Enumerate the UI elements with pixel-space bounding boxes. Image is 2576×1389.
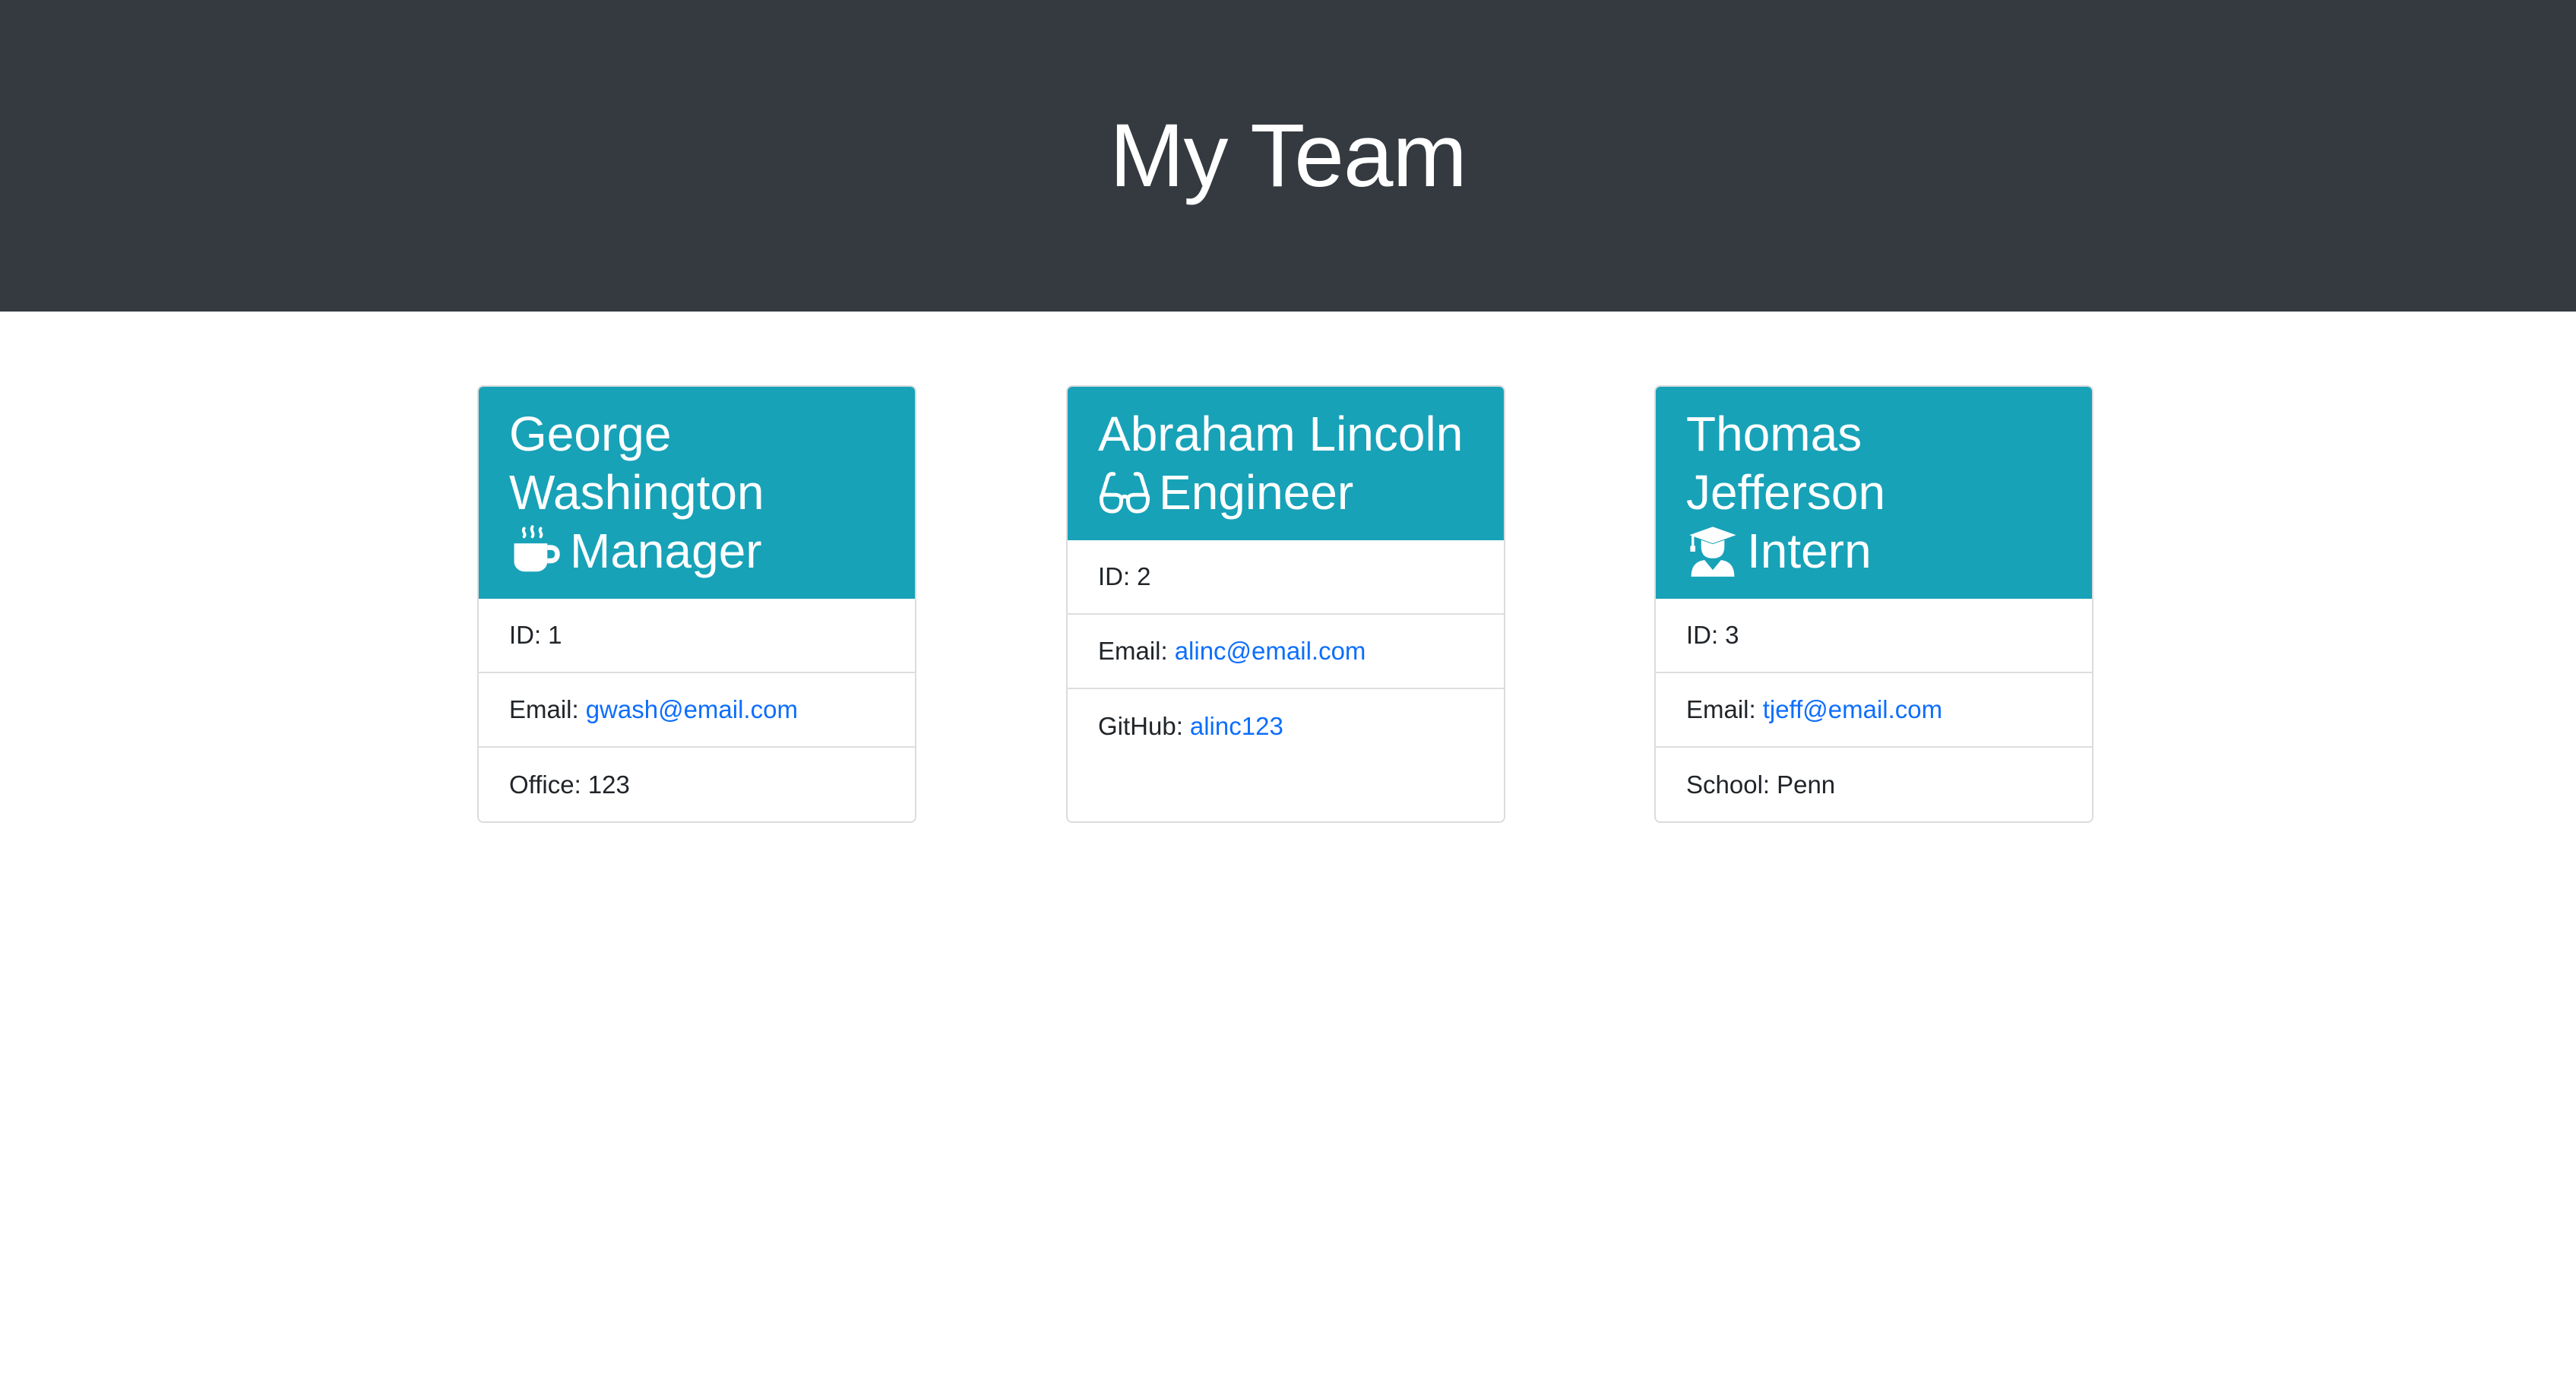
employee-name-line-1: Thomas xyxy=(1686,407,1862,461)
employee-name-line-1: George xyxy=(509,407,672,461)
list-item-email: Email: alinc@email.com xyxy=(1068,615,1504,689)
list-item-id: ID: 1 xyxy=(479,599,915,673)
list-item-id: ID: 2 xyxy=(1068,540,1504,615)
list-item-school: School: Penn xyxy=(1656,748,2092,821)
id-label: ID: xyxy=(1686,621,1719,649)
employee-name-line-2: Washington xyxy=(509,465,764,520)
employee-name-line-1: Abraham Lincoln xyxy=(1098,407,1464,461)
email-label: Email: xyxy=(1098,637,1168,665)
card-header: George Washington Manager xyxy=(479,387,915,599)
id-value: 3 xyxy=(1725,621,1739,649)
employee-name: Abraham Lincoln xyxy=(1098,405,1475,464)
employee-role: Engineer xyxy=(1098,464,1475,522)
employee-role: Intern xyxy=(1686,522,2063,581)
email-link[interactable]: gwash@email.com xyxy=(586,695,798,724)
user-graduate-icon xyxy=(1686,525,1739,578)
employee-card-engineer: Abraham Lincoln Engineer ID: 2 Email: al… xyxy=(1066,385,1505,823)
email-label: Email: xyxy=(509,695,579,723)
github-label: GitHub: xyxy=(1098,712,1183,740)
mug-hot-icon xyxy=(509,524,562,578)
card-header: Abraham Lincoln Engineer xyxy=(1068,387,1504,540)
office-label: Office: xyxy=(509,770,581,799)
school-value: Penn xyxy=(1777,770,1836,799)
list-item-github: GitHub: alinc123 xyxy=(1068,689,1504,764)
id-value: 2 xyxy=(1137,562,1151,590)
employee-details: ID: 3 Email: tjeff@email.com School: Pen… xyxy=(1656,599,2092,821)
page-header: My Team xyxy=(0,0,2576,312)
page-title: My Team xyxy=(1109,106,1467,206)
role-label: Engineer xyxy=(1159,465,1354,520)
role-label: Intern xyxy=(1747,524,1872,578)
card-header: Thomas Jefferson Intern xyxy=(1656,387,2092,599)
employee-role: Manager xyxy=(509,522,886,581)
id-label: ID: xyxy=(509,621,542,649)
employee-details: ID: 1 Email: gwash@email.com Office: 123 xyxy=(479,599,915,821)
email-link[interactable]: alinc@email.com xyxy=(1175,637,1366,666)
list-item-office: Office: 123 xyxy=(479,748,915,821)
employee-name-line-2: Jefferson xyxy=(1686,465,1886,520)
list-item-id: ID: 3 xyxy=(1656,599,2092,673)
employee-name: George Washington xyxy=(509,405,886,522)
id-value: 1 xyxy=(548,621,562,649)
list-item-email: Email: tjeff@email.com xyxy=(1656,673,2092,748)
list-item-email: Email: gwash@email.com xyxy=(479,673,915,748)
school-label: School: xyxy=(1686,770,1771,799)
email-label: Email: xyxy=(1686,695,1756,723)
employee-details: ID: 2 Email: alinc@email.com GitHub: ali… xyxy=(1068,540,1504,764)
glasses-icon xyxy=(1098,467,1151,520)
employee-card-manager: George Washington Manager ID: 1 Email: g… xyxy=(477,385,916,823)
id-label: ID: xyxy=(1098,562,1131,590)
employee-card-intern: Thomas Jefferson Intern ID: 3 Email: tje… xyxy=(1654,385,2093,823)
employee-name: Thomas Jefferson xyxy=(1686,405,2063,522)
email-link[interactable]: tjeff@email.com xyxy=(1763,695,1942,724)
github-link[interactable]: alinc123 xyxy=(1190,712,1283,741)
role-label: Manager xyxy=(570,524,762,578)
office-value: 123 xyxy=(587,770,630,799)
